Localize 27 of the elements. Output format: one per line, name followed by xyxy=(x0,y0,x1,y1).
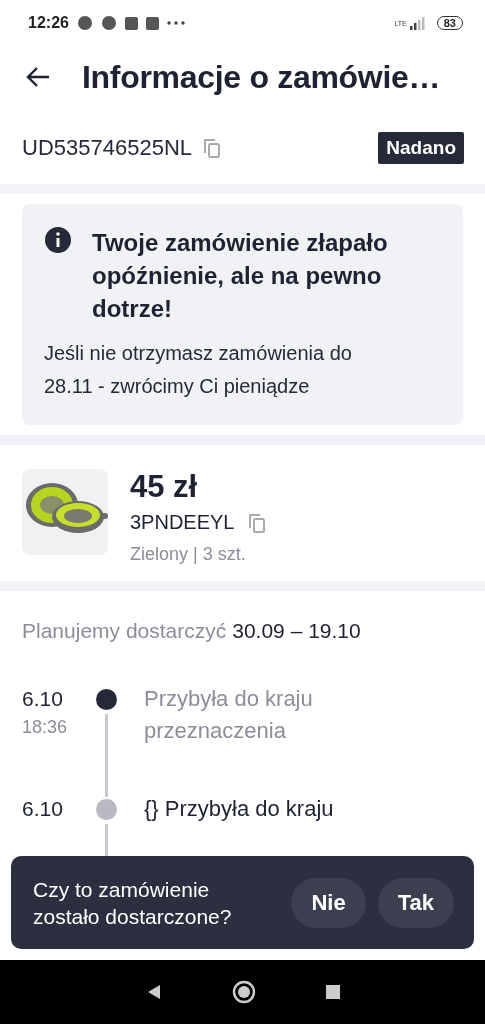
tracking-number: UD535746525NL xyxy=(22,135,193,161)
event-text: Przybyła do kraju przeznaczenia xyxy=(144,685,314,745)
square-notification-icon xyxy=(124,16,138,30)
more-dots-icon xyxy=(166,21,185,25)
product-variant: Zielony | 3 szt. xyxy=(130,544,247,565)
event-date: 6.10 xyxy=(22,797,64,821)
event-text: {} Przybyła do kraju xyxy=(144,795,335,823)
notice-title: Twoje zamówienie złapało opóźnienie, ale na pewno dotrze! xyxy=(92,228,389,324)
square-notification-icon xyxy=(145,16,159,30)
snackbar-question: Czy to zamówienie zostało dostarczone? xyxy=(33,876,233,930)
event-time: 18:36 xyxy=(22,717,69,738)
event-date: 6.10 xyxy=(22,687,64,711)
page-title: Informacje o zamówie… xyxy=(82,58,441,96)
home-icon[interactable] xyxy=(231,980,256,1004)
product-code: 3PNDEEYL xyxy=(130,511,235,534)
product-price: 45 zł xyxy=(130,469,199,505)
info-icon xyxy=(44,226,72,254)
back-arrow-icon[interactable] xyxy=(26,66,50,88)
delivery-dates: 30.09 – 19.10 xyxy=(232,619,361,643)
answer-button[interactable]: Nie xyxy=(291,877,366,928)
status-badge: Nadano xyxy=(378,132,464,164)
signal-icon xyxy=(409,16,426,30)
status-time: 12:26 xyxy=(28,14,69,32)
notice-text: Jeśli nie otrzymasz zamówienia do 28.11 - zwrócimy Ci pieniądze xyxy=(44,341,353,399)
answer-button[interactable]: Tak xyxy=(377,877,454,928)
recents-icon[interactable] xyxy=(324,984,341,1000)
delivery-label: Planujemy dostarczyć xyxy=(22,619,227,643)
